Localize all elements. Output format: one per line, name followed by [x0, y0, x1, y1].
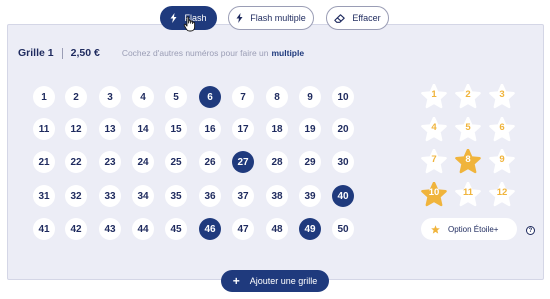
number-ball[interactable]: 7: [232, 86, 254, 108]
number-ball[interactable]: 32: [65, 185, 87, 207]
number-ball[interactable]: 40: [332, 185, 354, 207]
tab-flash-multiple[interactable]: Flash multiple: [228, 6, 314, 30]
star-number-button[interactable]: 3: [489, 84, 515, 110]
number-ball[interactable]: 15: [165, 118, 187, 140]
number-ball[interactable]: 25: [165, 151, 187, 173]
star-number-button[interactable]: 12: [489, 182, 515, 208]
star-number-label: 10: [428, 187, 440, 198]
star-number-label: 6: [499, 122, 505, 133]
number-ball[interactable]: 28: [266, 151, 288, 173]
star-number-button[interactable]: 10: [421, 182, 447, 208]
number-ball[interactable]: 43: [99, 218, 121, 240]
number-ball[interactable]: 27: [232, 151, 254, 173]
star-number-button[interactable]: 8: [455, 149, 481, 175]
number-ball[interactable]: 39: [299, 185, 321, 207]
number-ball[interactable]: 5: [165, 86, 187, 108]
number-ball[interactable]: 38: [266, 185, 288, 207]
number-ball[interactable]: 11: [33, 118, 55, 140]
tab-effacer-label: Effacer: [352, 13, 381, 23]
multiple-link[interactable]: multiple: [272, 48, 305, 58]
number-ball[interactable]: 3: [99, 86, 121, 108]
number-ball[interactable]: 19: [299, 118, 321, 140]
option-etoile-button[interactable]: Option Étoile+: [421, 218, 517, 240]
number-ball[interactable]: 17: [232, 118, 254, 140]
number-ball[interactable]: 44: [132, 218, 154, 240]
number-ball[interactable]: 26: [199, 151, 221, 173]
star-number-label: 1: [431, 89, 437, 100]
number-ball[interactable]: 48: [266, 218, 288, 240]
star-number-label: 2: [465, 89, 471, 100]
number-ball[interactable]: 47: [232, 218, 254, 240]
grid-header: Grille 1 2,50 € Cochez d'autres numéros …: [18, 44, 304, 62]
number-ball[interactable]: 4: [132, 86, 154, 108]
grid-hint: Cochez d'autres numéros pour faire un: [121, 48, 269, 58]
star-number-label: 5: [465, 122, 471, 133]
star-number-label: 9: [499, 154, 505, 165]
loto-grid-screen: Flash Flash multiple Effacer Grille 1 2,…: [0, 0, 550, 299]
star-number-button[interactable]: 1: [421, 84, 447, 110]
number-ball[interactable]: 22: [65, 151, 87, 173]
number-ball[interactable]: 34: [132, 185, 154, 207]
number-ball[interactable]: 31: [33, 185, 55, 207]
header-divider: [61, 47, 63, 59]
number-ball[interactable]: 49: [299, 218, 321, 240]
number-ball[interactable]: 20: [332, 118, 354, 140]
lightning-icon: [236, 13, 243, 23]
tab-effacer[interactable]: Effacer: [326, 6, 389, 30]
number-ball[interactable]: 12: [65, 118, 87, 140]
number-ball[interactable]: 8: [266, 86, 288, 108]
star-number-button[interactable]: 7: [421, 149, 447, 175]
add-grid-button[interactable]: + Ajouter une grille: [221, 270, 329, 292]
tab-flash-multiple-label: Flash multiple: [250, 13, 306, 23]
eraser-icon: [334, 13, 346, 23]
star-number-label: 12: [496, 187, 508, 198]
option-etoile-label: Option Étoile+: [448, 224, 499, 234]
star-number-button[interactable]: 5: [455, 117, 481, 143]
star-number-button[interactable]: 9: [489, 149, 515, 175]
number-ball[interactable]: 24: [132, 151, 154, 173]
star-icon: [431, 224, 440, 234]
star-number-label: 4: [431, 122, 437, 133]
lightning-icon: [170, 13, 177, 23]
star-number-label: 11: [462, 187, 474, 198]
number-ball[interactable]: 2: [65, 86, 87, 108]
number-ball[interactable]: 35: [165, 185, 187, 207]
number-ball[interactable]: 33: [99, 185, 121, 207]
number-ball[interactable]: 46: [199, 218, 221, 240]
star-number-label: 8: [465, 154, 471, 165]
number-ball[interactable]: 9: [299, 86, 321, 108]
number-ball[interactable]: 36: [199, 185, 221, 207]
number-ball[interactable]: 41: [33, 218, 55, 240]
star-number-button[interactable]: 6: [489, 117, 515, 143]
hand-cursor-icon: [183, 16, 196, 32]
add-grid-label: Ajouter une grille: [249, 276, 318, 286]
number-ball[interactable]: 50: [332, 218, 354, 240]
star-number-button[interactable]: 2: [455, 84, 481, 110]
grid-title: Grille 1: [18, 47, 54, 59]
plus-icon: +: [232, 274, 240, 288]
number-ball[interactable]: 23: [99, 151, 121, 173]
number-ball[interactable]: 6: [199, 86, 221, 108]
help-icon[interactable]: ?: [526, 226, 535, 235]
number-ball[interactable]: 18: [266, 118, 288, 140]
number-ball[interactable]: 10: [332, 86, 354, 108]
star-number-button[interactable]: 11: [455, 182, 481, 208]
star-number-label: 7: [431, 154, 437, 165]
number-ball[interactable]: 21: [33, 151, 55, 173]
number-ball[interactable]: 42: [65, 218, 87, 240]
star-number-button[interactable]: 4: [421, 117, 447, 143]
number-ball[interactable]: 1: [33, 86, 55, 108]
number-ball[interactable]: 29: [299, 151, 321, 173]
number-ball[interactable]: 16: [199, 118, 221, 140]
number-ball[interactable]: 45: [165, 218, 187, 240]
grid-price: 2,50 €: [70, 47, 100, 59]
number-ball[interactable]: 30: [332, 151, 354, 173]
star-number-label: 3: [499, 89, 505, 100]
number-ball[interactable]: 14: [132, 118, 154, 140]
mode-tabs: Flash Flash multiple Effacer: [0, 6, 550, 32]
number-ball[interactable]: 37: [232, 185, 254, 207]
number-ball[interactable]: 13: [99, 118, 121, 140]
